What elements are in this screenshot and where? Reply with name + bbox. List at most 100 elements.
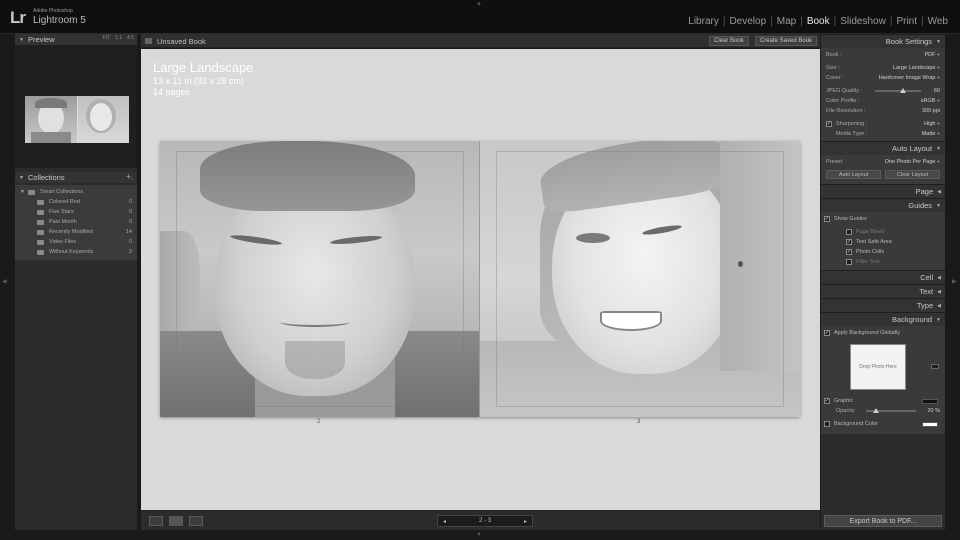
- file-resolution-row[interactable]: File Resolution : 300 ppi: [824, 106, 942, 116]
- sharpening-row[interactable]: ✓ Sharpening : High ÷: [824, 119, 942, 129]
- right-panel-toggle-icon[interactable]: ▶: [952, 278, 957, 285]
- apply-background-row[interactable]: ✓ Apply Background Globally: [824, 328, 942, 338]
- type-header[interactable]: Type ◀: [821, 298, 945, 312]
- left-panel-toggle-icon[interactable]: ◀: [2, 278, 7, 285]
- opacity-row: Opacity 20 %: [824, 406, 942, 416]
- page-bleed-checkbox[interactable]: [846, 229, 852, 235]
- guide-text-safe-row[interactable]: ✓ Text Safe Area: [824, 237, 942, 247]
- show-guides-row[interactable]: ✓ Show Guides: [824, 214, 942, 224]
- book-size-row[interactable]: Size : Large Landscape ÷: [824, 63, 942, 73]
- clear-book-button[interactable]: Clear Book: [709, 36, 749, 46]
- cell-header[interactable]: Cell ◀: [821, 270, 945, 284]
- photo-cells-checkbox[interactable]: ✓: [846, 249, 852, 255]
- file-resolution-value[interactable]: 300 ppi: [922, 108, 940, 114]
- opacity-slider[interactable]: [866, 408, 917, 413]
- background-color-checkbox[interactable]: [824, 421, 830, 427]
- graphic-row[interactable]: ✓ Graphic: [824, 396, 942, 406]
- list-item[interactable]: Without Keywords 2: [15, 247, 137, 257]
- list-item[interactable]: Colored Red 0: [15, 197, 137, 207]
- module-book[interactable]: Book: [803, 16, 834, 27]
- apply-background-checkbox[interactable]: ✓: [824, 330, 830, 336]
- graphic-color-swatch[interactable]: [922, 398, 938, 404]
- guide-filler-text-row[interactable]: Filler Text: [824, 257, 942, 267]
- collections-header[interactable]: ▼ Collections +.: [15, 172, 137, 183]
- export-book-to-pdf-button[interactable]: Export Book to PDF...: [824, 515, 942, 527]
- book-size-dimensions: 13 x 11 in (33 x 28 cm): [153, 76, 244, 86]
- media-type-select[interactable]: Matte ÷: [922, 131, 940, 137]
- slider-knob-icon[interactable]: [899, 88, 906, 93]
- media-type-row[interactable]: Media Type : Matte ÷: [824, 129, 942, 139]
- sharpening-checkbox[interactable]: ✓: [826, 121, 832, 127]
- preview-area: [15, 45, 137, 168]
- text-safe-area-checkbox[interactable]: ✓: [846, 239, 852, 245]
- background-graphic-menu-icon[interactable]: [931, 364, 939, 369]
- top-panel-toggle-icon[interactable]: ▲: [476, 1, 482, 7]
- cover-select[interactable]: Hardcover Image Wrap ÷: [879, 75, 940, 81]
- slider-knob-icon[interactable]: [873, 408, 880, 413]
- bottom-panel-toggle-icon[interactable]: ▼: [476, 532, 482, 538]
- guide-page-bleed-row[interactable]: Page Bleed: [824, 227, 942, 237]
- list-item[interactable]: Recently Modified 14: [15, 227, 137, 237]
- single-page-view-icon[interactable]: [189, 516, 203, 526]
- color-profile-select[interactable]: sRGB ÷: [921, 98, 940, 104]
- preset-select[interactable]: One Photo Per Page ÷: [885, 159, 940, 165]
- module-web[interactable]: Web: [924, 16, 952, 27]
- auto-layout-button[interactable]: Auto Layout: [826, 170, 881, 179]
- book-settings-header[interactable]: Book Settings ▼: [821, 34, 945, 48]
- module-map[interactable]: Map: [773, 16, 800, 27]
- smart-collections-folder[interactable]: ▼ Smart Collections: [15, 187, 137, 197]
- guides-header[interactable]: Guides ▼: [821, 198, 945, 212]
- type-label: Type: [916, 301, 934, 310]
- preset-row[interactable]: Preset: One Photo Per Page ÷: [824, 157, 942, 167]
- filler-text-checkbox[interactable]: [846, 259, 852, 265]
- auto-layout-header[interactable]: Auto Layout ▼: [821, 141, 945, 155]
- module-print[interactable]: Print: [892, 16, 921, 27]
- next-spread-icon[interactable]: ▸: [524, 518, 527, 525]
- cover-row[interactable]: Cover : Hardcover Image Wrap ÷: [824, 73, 942, 83]
- background-header[interactable]: Background ▼: [821, 312, 945, 326]
- book-size-select[interactable]: Large Landscape ÷: [893, 65, 940, 71]
- list-item[interactable]: Past Month 0: [15, 217, 137, 227]
- page-spread[interactable]: [160, 141, 800, 417]
- guide-photo-cells-row[interactable]: ✓ Photo Cells: [824, 247, 942, 257]
- page-left[interactable]: [160, 141, 480, 417]
- page-header[interactable]: Page ◀: [821, 184, 945, 198]
- list-item[interactable]: Five Stars 0: [15, 207, 137, 217]
- graphic-checkbox[interactable]: ✓: [824, 398, 830, 404]
- background-color-row[interactable]: Background Color: [824, 419, 942, 429]
- collapse-triangle-icon: ◀: [937, 188, 941, 195]
- sharpening-select[interactable]: High ÷: [924, 121, 940, 127]
- show-guides-checkbox[interactable]: ✓: [824, 216, 830, 222]
- opacity-unit: %: [935, 408, 940, 414]
- color-profile-row[interactable]: Color Profile : sRGB ÷: [824, 96, 942, 106]
- list-item[interactable]: Video Files 0: [15, 237, 137, 247]
- module-library[interactable]: Library: [684, 16, 723, 27]
- preview-header[interactable]: ▼ Preview FIT 1:1 4:1: [15, 34, 137, 45]
- opacity-value[interactable]: 20: [927, 408, 933, 414]
- jpeg-quality-value[interactable]: 60: [934, 88, 940, 94]
- background-photo-drop-zone[interactable]: Drop Photo Here: [850, 344, 906, 390]
- text-label: Text: [919, 287, 934, 296]
- clear-layout-button[interactable]: Clear Layout: [885, 170, 940, 179]
- collapse-triangle-icon: ▼: [19, 36, 24, 43]
- zoom-fit[interactable]: FIT: [103, 35, 111, 41]
- book-format-select[interactable]: PDF ÷: [924, 52, 940, 58]
- module-develop[interactable]: Develop: [725, 16, 770, 27]
- text-header[interactable]: Text ◀: [821, 284, 945, 298]
- create-saved-book-button[interactable]: Create Saved Book: [755, 36, 818, 46]
- previous-spread-icon[interactable]: ◂: [443, 518, 446, 525]
- book-toolbar: Unsaved Book Clear Book Create Saved Boo…: [141, 34, 820, 48]
- collapse-triangle-icon: ◀: [937, 302, 941, 309]
- add-collection-icon[interactable]: +.: [126, 172, 133, 181]
- page-right[interactable]: [480, 141, 800, 417]
- collapse-triangle-icon: ▼: [19, 174, 24, 181]
- multi-page-view-icon[interactable]: [149, 516, 163, 526]
- book-format-row[interactable]: Book : PDF ÷: [824, 50, 942, 60]
- zoom-1-1[interactable]: 1:1: [115, 35, 122, 41]
- background-color-swatch[interactable]: [922, 421, 938, 427]
- zoom-4-1[interactable]: 4:1: [127, 35, 134, 41]
- smart-collections-label: Smart Collections: [39, 189, 84, 195]
- module-slideshow[interactable]: Slideshow: [836, 16, 890, 27]
- jpeg-quality-slider[interactable]: [874, 88, 921, 93]
- spread-view-icon[interactable]: [169, 516, 183, 526]
